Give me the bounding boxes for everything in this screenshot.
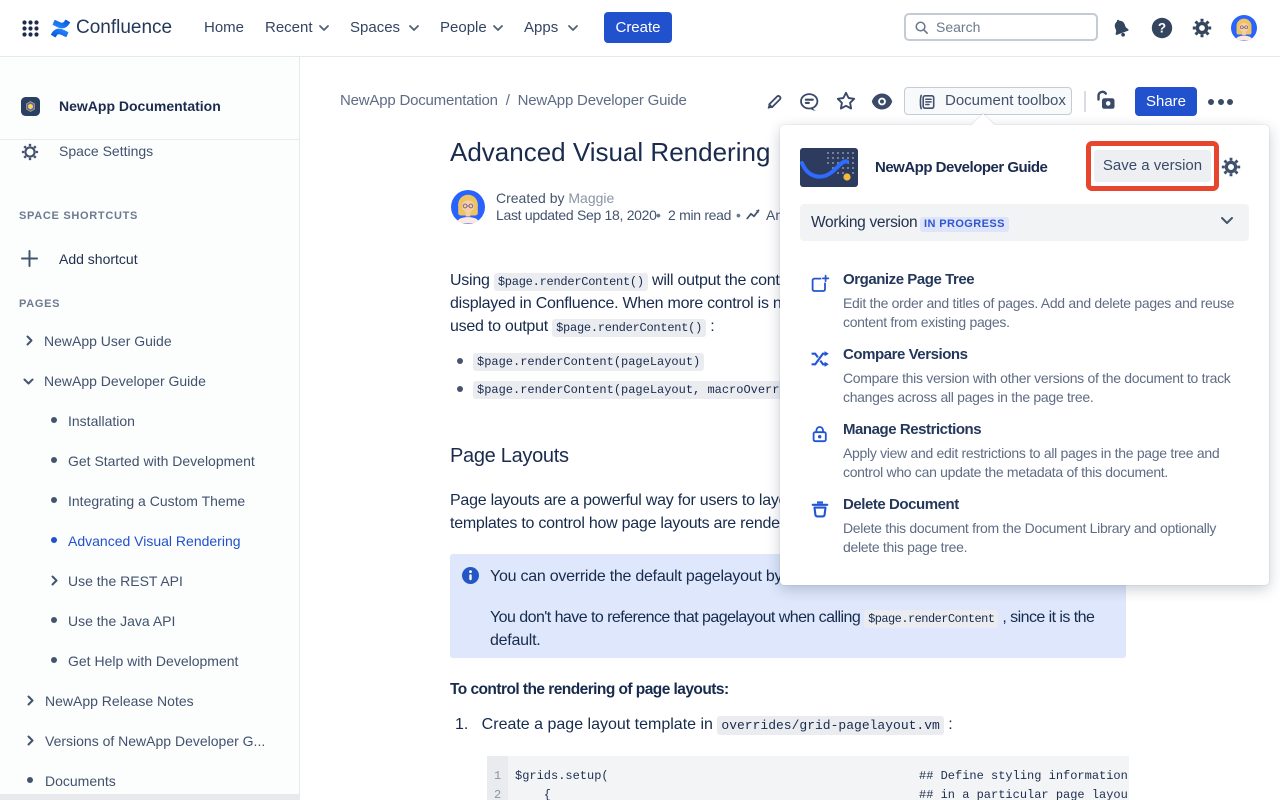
svg-text:?: ?	[1158, 21, 1166, 36]
